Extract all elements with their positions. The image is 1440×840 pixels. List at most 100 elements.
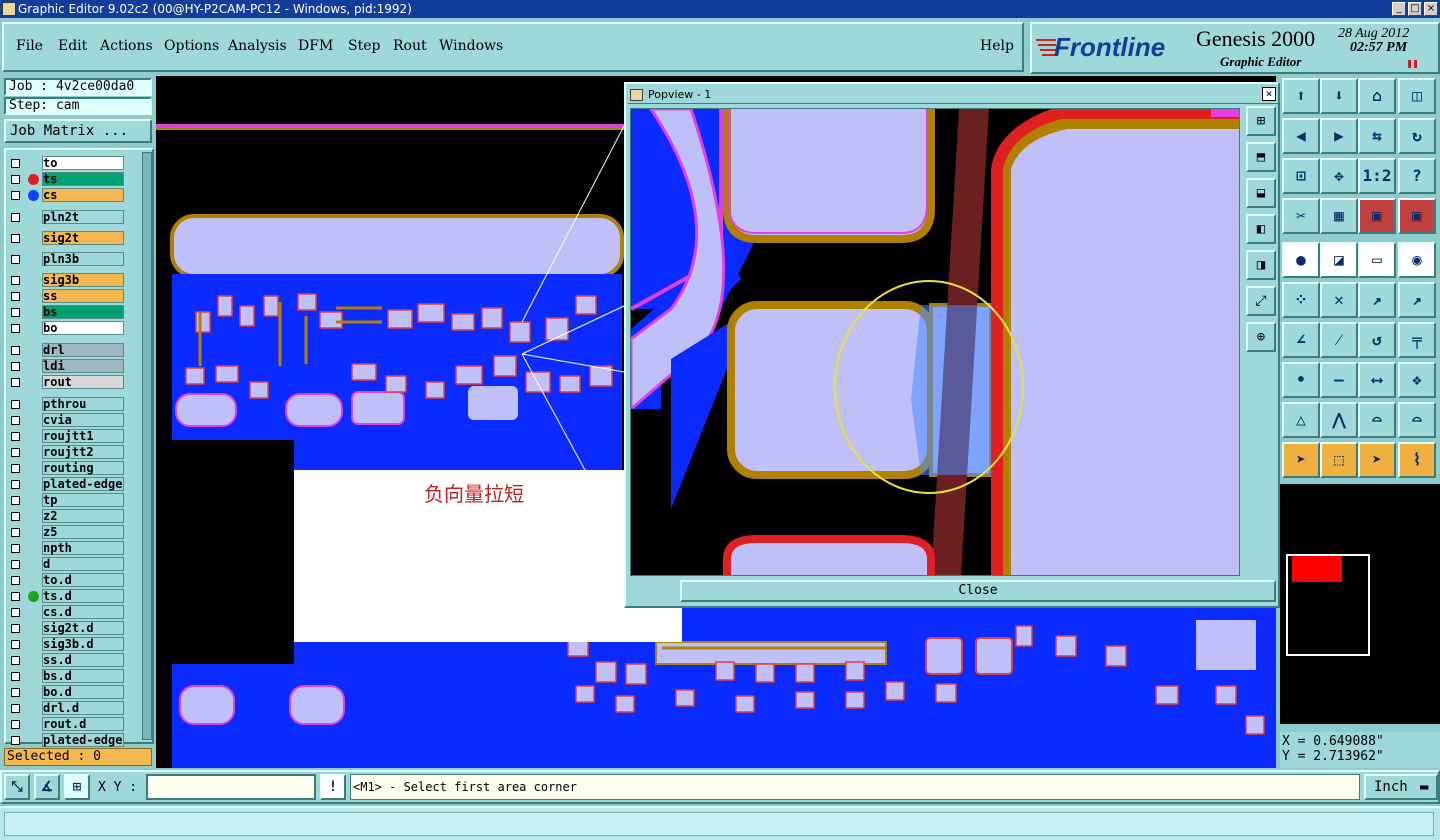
layer-row-routing[interactable]: routing xyxy=(8,461,124,475)
copy-icon[interactable]: ↗ xyxy=(1398,282,1436,318)
layer-checkbox[interactable] xyxy=(11,213,20,222)
point-icon[interactable]: • xyxy=(1282,362,1320,398)
layer-row-ldi[interactable]: ldi xyxy=(8,359,124,373)
layer-label[interactable]: bs.d xyxy=(42,669,124,683)
line-tool-icon[interactable]: ⁄ xyxy=(1320,322,1358,358)
layer-label[interactable]: d xyxy=(42,557,124,571)
layer-row-ts.d[interactable]: ts.d xyxy=(8,589,124,603)
layer-checkbox[interactable] xyxy=(11,496,20,505)
close-window-button[interactable]: × xyxy=(1424,2,1438,16)
layer-row-sig3b.d[interactable]: sig3b.d xyxy=(8,637,124,651)
minimize-button[interactable]: _ xyxy=(1392,2,1406,16)
layer-label[interactable]: ss.d xyxy=(42,653,124,667)
layer-row-pthrou[interactable]: pthrou xyxy=(8,397,124,411)
layer-checkbox[interactable] xyxy=(11,512,20,521)
layer-checkbox[interactable] xyxy=(11,276,20,285)
layer-label[interactable]: ts.d xyxy=(42,589,124,603)
layer-row-d[interactable]: d xyxy=(8,557,124,571)
ruler-icon[interactable]: ▭ xyxy=(1358,242,1396,278)
layer-label[interactable]: tp xyxy=(42,493,124,507)
angle-icon[interactable]: ∠ xyxy=(1282,322,1320,358)
menu-file[interactable]: File xyxy=(16,38,43,54)
layer-checkbox[interactable] xyxy=(11,480,20,489)
layer-label[interactable]: pthrou xyxy=(42,397,124,411)
layer-row-bo[interactable]: bo xyxy=(8,321,124,335)
layer-label[interactable]: ts xyxy=(42,172,124,186)
layer-checkbox[interactable] xyxy=(11,608,20,617)
layer-row-plated-edge[interactable]: plated-edge xyxy=(8,477,124,491)
layer-label[interactable]: pln3b xyxy=(42,252,124,266)
layer-row-rout[interactable]: rout xyxy=(8,375,124,389)
select-box-icon[interactable]: ⬚ xyxy=(1320,442,1358,478)
zoom-fit-icon[interactable]: ⊡ xyxy=(1282,158,1320,194)
layer-label[interactable]: cs.d xyxy=(42,605,124,619)
popview-center-icon[interactable]: ⊕ xyxy=(1246,322,1276,352)
home-icon[interactable]: ⌂ xyxy=(1358,78,1396,114)
layer-label[interactable]: bs xyxy=(42,305,124,319)
popview-pan-down-icon[interactable]: ⬓ xyxy=(1246,178,1276,208)
menu-help[interactable]: Help xyxy=(980,38,1014,54)
help-icon[interactable]: ? xyxy=(1398,158,1436,194)
layer-checkbox[interactable] xyxy=(11,624,20,633)
triangle-icon[interactable]: △ xyxy=(1282,402,1320,438)
layer-row-roujtt1[interactable]: roujtt1 xyxy=(8,429,124,443)
zoom-ratio-icon[interactable]: 1:2 xyxy=(1358,158,1396,194)
surface-icon[interactable]: ◉ xyxy=(1398,242,1436,278)
layer-row-drl.d[interactable]: drl.d xyxy=(8,701,124,715)
arch-alt-icon[interactable]: ⌓ xyxy=(1398,402,1436,438)
zoom-center-icon[interactable]: ✥ xyxy=(1320,158,1358,194)
menu-windows[interactable]: Windows xyxy=(439,38,503,54)
pan-left-icon[interactable]: ◀ xyxy=(1282,118,1320,154)
layer-row-pln2t[interactable]: pln2t xyxy=(8,210,124,224)
layer-label[interactable]: sig2t xyxy=(42,231,124,245)
arc-icon[interactable]: ↺ xyxy=(1358,322,1396,358)
layer-checkbox[interactable] xyxy=(11,640,20,649)
layer-red-icon[interactable]: ▣ xyxy=(1358,198,1396,234)
layer-label[interactable]: drl.d xyxy=(42,701,124,715)
layer-row-z2[interactable]: z2 xyxy=(8,509,124,523)
delete-icon[interactable]: ✕ xyxy=(1320,282,1358,318)
pattern-icon[interactable]: ❖ xyxy=(1398,362,1436,398)
snap-grid-icon[interactable]: ⊞ xyxy=(64,774,90,800)
layer-label[interactable]: roujtt2 xyxy=(42,445,124,459)
layer-label[interactable]: ldi xyxy=(42,359,124,373)
menu-rout[interactable]: Rout xyxy=(393,38,427,54)
layer-checkbox[interactable] xyxy=(11,378,20,387)
popview-pan-up-icon[interactable]: ⬒ xyxy=(1246,142,1276,172)
layer-checkbox[interactable] xyxy=(11,175,20,184)
layer-label[interactable]: sig2t.d xyxy=(42,621,124,635)
view-split-icon[interactable]: ◫ xyxy=(1398,78,1436,114)
layer-label[interactable]: npth xyxy=(42,541,124,555)
layer-row-roujtt2[interactable]: roujtt2 xyxy=(8,445,124,459)
overview-viewport[interactable] xyxy=(1292,556,1342,582)
view-top-icon[interactable]: ⬆ xyxy=(1282,78,1320,114)
layer-checkbox[interactable] xyxy=(11,324,20,333)
layer-label[interactable]: sig3b.d xyxy=(42,637,124,651)
layer-checkbox[interactable] xyxy=(11,528,20,537)
layer-label[interactable]: to.d xyxy=(42,573,124,587)
layer-label[interactable]: plated-edge xyxy=(42,477,124,491)
layer-label[interactable]: plated-edge xyxy=(42,733,124,747)
layer-label[interactable]: ss xyxy=(42,289,124,303)
popview-close-icon[interactable]: × xyxy=(1262,87,1276,101)
layer-row-z5[interactable]: z5 xyxy=(8,525,124,539)
pad-add-icon[interactable]: ● xyxy=(1282,242,1320,278)
layer-checkbox[interactable] xyxy=(11,292,20,301)
popview-close-button[interactable]: Close xyxy=(680,580,1276,602)
segment-icon[interactable]: — xyxy=(1320,362,1358,398)
layer-checkbox[interactable] xyxy=(11,560,20,569)
swap-icon[interactable]: ⇆ xyxy=(1358,118,1396,154)
grid-icon[interactable]: ▦ xyxy=(1320,198,1358,234)
layer-checkbox[interactable] xyxy=(11,672,20,681)
move-icon[interactable]: ↗ xyxy=(1358,282,1396,318)
layer-red-alt-icon[interactable]: ▣ xyxy=(1398,198,1436,234)
layer-checkbox[interactable] xyxy=(11,544,20,553)
layer-row-cs[interactable]: cs xyxy=(8,188,124,202)
layer-checkbox[interactable] xyxy=(11,159,20,168)
arch-icon[interactable]: ⌓ xyxy=(1358,402,1396,438)
layer-row-tp[interactable]: tp xyxy=(8,493,124,507)
layer-checkbox[interactable] xyxy=(11,704,20,713)
layer-row-to[interactable]: to xyxy=(8,156,124,170)
layer-label[interactable]: roujtt1 xyxy=(42,429,124,443)
layer-label[interactable]: z2 xyxy=(42,509,124,523)
